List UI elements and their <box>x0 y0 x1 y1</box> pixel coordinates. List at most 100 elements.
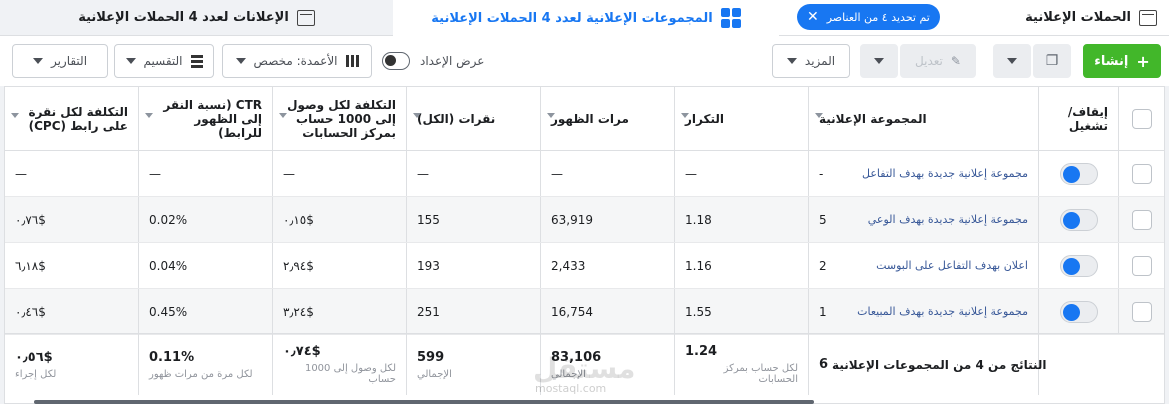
breakdown-label: التقسيم <box>143 54 183 68</box>
chevron-down-icon <box>786 58 797 64</box>
duplicate-icon: ❐ <box>1045 53 1059 69</box>
adset-toggle[interactable] <box>1059 300 1098 323</box>
reports-button[interactable]: التقارير <box>12 44 108 78</box>
impressions-value: 16,754 <box>551 304 593 319</box>
col-name[interactable]: المجموعة الإعلانية <box>809 87 1039 150</box>
col-clicks[interactable]: نقرات (الكل) <box>407 87 541 150</box>
row-index: 1 <box>819 304 827 319</box>
create-label: إنشاء <box>1094 53 1129 69</box>
columns-button[interactable]: الأعمدة: مخصص <box>222 44 372 78</box>
sort-icon <box>145 113 153 118</box>
edit-button[interactable]: تعديل ✎ <box>900 44 976 78</box>
folder-icon <box>1139 9 1157 26</box>
chevron-down-icon <box>125 58 136 64</box>
breakdown-button[interactable]: التقسيم <box>114 44 214 78</box>
edit-label: تعديل <box>915 54 943 68</box>
row-checkbox[interactable] <box>1131 163 1152 184</box>
adset-toggle[interactable] <box>1059 254 1098 277</box>
total-cpc: ٠٫٥٦$ <box>15 349 53 365</box>
view-setup-switch[interactable] <box>382 52 410 70</box>
frequency-value: 1.18 <box>685 212 712 227</box>
duplicate-dropdown-button[interactable] <box>993 44 1031 78</box>
frequency-value: 1.16 <box>685 258 712 273</box>
row-checkbox[interactable] <box>1131 209 1152 230</box>
selected-chip-label: تم تحديد ٤ من العناصر <box>826 10 930 24</box>
view-setup-toggle[interactable]: عرض الإعداد <box>382 51 484 71</box>
cost-value: ٢٫٩٤$ <box>283 258 314 273</box>
tab-adsets-label: المجموعات الإعلانية لعدد 4 الحملات الإعل… <box>431 10 713 26</box>
adset-name-link[interactable]: مجموعة إعلانية جديدة بهدف المبيعات <box>857 305 1028 318</box>
watermark: مستقل <box>533 352 636 385</box>
columns-label: الأعمدة: مخصص <box>253 54 338 68</box>
create-button[interactable]: إنشاء + <box>1083 44 1161 78</box>
more-button[interactable]: المزيد <box>772 44 850 78</box>
sort-icon <box>279 113 287 118</box>
watermark-url: mostaql.com <box>535 382 607 395</box>
adset-toggle[interactable] <box>1059 162 1098 185</box>
row-index: - <box>819 166 824 181</box>
col-toggle: إيقاف/ تشغيل <box>1039 87 1119 150</box>
total-clicks: 599 <box>417 349 445 365</box>
total-clicks-sub: الإجمالي <box>417 368 452 380</box>
impressions-value: — <box>551 166 563 181</box>
total-frequency-sub: لكل حساب بمركز الحسابات <box>723 363 798 385</box>
footer-index: 6 <box>819 357 829 372</box>
cost-value: ٠٫١٥$ <box>283 212 314 227</box>
toolbar: التقارير التقسيم الأعمدة: مخصص عرض الإعد… <box>0 36 1169 86</box>
col-frequency[interactable]: التكرار <box>675 87 809 150</box>
selected-chip[interactable]: تم تحديد ٤ من العناصر ✕ <box>797 4 940 30</box>
tab-adsets[interactable]: المجموعات الإعلانية لعدد 4 الحملات الإعل… <box>393 0 779 36</box>
frequency-value: 1.55 <box>685 304 712 319</box>
select-all-checkbox[interactable] <box>1131 108 1152 129</box>
chevron-down-icon <box>1007 58 1017 64</box>
chevron-down-icon <box>32 58 43 64</box>
impressions-value: 63,919 <box>551 212 593 227</box>
edit-dropdown-button[interactable] <box>860 44 898 78</box>
impressions-value: 2,433 <box>551 258 586 273</box>
grid-icon <box>720 8 741 28</box>
table-row[interactable]: ٦٫١٨$ 0.04% ٢٫٩٤$ 193 2,433 1.16 2 اعلان… <box>5 243 1164 289</box>
col-cpc[interactable]: التكلفة لكل نقرة على رابط (CPC) <box>5 87 139 150</box>
close-icon[interactable]: ✕ <box>807 9 819 25</box>
ctr-value: 0.04% <box>149 258 188 273</box>
reports-label: التقارير <box>50 54 88 68</box>
table-row[interactable]: ٠٫٤٦$ 0.45% ٣٫٢٤$ 251 16,754 1.55 1 مجمو… <box>5 289 1164 335</box>
cpc-value: ٠٫٤٦$ <box>15 304 46 319</box>
total-cost: ٠٫٧٤$ <box>283 344 321 359</box>
ad-icon <box>296 9 315 26</box>
cpc-value: — <box>15 166 27 181</box>
footer-results-label: النتائج من 4 من المجموعات الإعلانية <box>832 357 1047 372</box>
col-select[interactable] <box>1119 87 1164 150</box>
ctr-value: 0.02% <box>149 212 188 227</box>
cpc-value: ٠٫٧٦$ <box>15 212 46 227</box>
adset-name-link[interactable]: مجموعة إعلانية جديدة بهدف التفاعل <box>862 167 1028 180</box>
view-setup-label: عرض الإعداد <box>420 54 485 68</box>
horizontal-scrollbar[interactable] <box>34 400 814 404</box>
adset-name-link[interactable]: مجموعة إعلانية جديدة بهدف الوعي <box>868 213 1028 226</box>
columns-icon <box>345 55 359 67</box>
col-cost-per-1000[interactable]: التكلفة لكل وصول إلى 1000 حساب بمركز الح… <box>273 87 407 150</box>
row-checkbox[interactable] <box>1131 255 1152 276</box>
clicks-value: 193 <box>417 258 440 273</box>
row-checkbox[interactable] <box>1131 301 1152 322</box>
plus-icon: + <box>1136 51 1150 71</box>
adset-name-link[interactable]: اعلان بهدف التفاعل على البوست <box>876 259 1028 272</box>
tab-ads[interactable]: الإعلانات لعدد 4 الحملات الإعلانية <box>0 0 393 36</box>
sort-icon <box>413 113 421 118</box>
sort-icon <box>681 113 689 118</box>
sort-icon <box>815 113 823 118</box>
cost-value: ٣٫٢٤$ <box>283 304 314 319</box>
table-row[interactable]: — — — — — — - مجموعة إعلانية جديدة بهدف … <box>5 151 1164 197</box>
col-impressions[interactable]: مرات الظهور <box>541 87 675 150</box>
duplicate-button[interactable]: ❐ <box>1033 44 1071 78</box>
tab-campaigns-label: الحملات الإعلانية <box>1025 10 1131 25</box>
tab-ads-label: الإعلانات لعدد 4 الحملات الإعلانية <box>78 10 289 25</box>
cpc-value: ٦٫١٨$ <box>15 258 46 273</box>
tab-campaigns[interactable]: الحملات الإعلانية تم تحديد ٤ من العناصر … <box>779 0 1169 36</box>
table-row[interactable]: ٠٫٧٦$ 0.02% ٠٫١٥$ 155 63,919 1.18 5 مجمو… <box>5 197 1164 243</box>
chevron-down-icon <box>235 58 246 64</box>
adset-toggle[interactable] <box>1059 208 1098 231</box>
row-index: 5 <box>819 212 827 227</box>
more-label: المزيد <box>804 54 836 68</box>
col-ctr[interactable]: CTR (نسبة النقر إلى الظهور للرابط) <box>139 87 273 150</box>
